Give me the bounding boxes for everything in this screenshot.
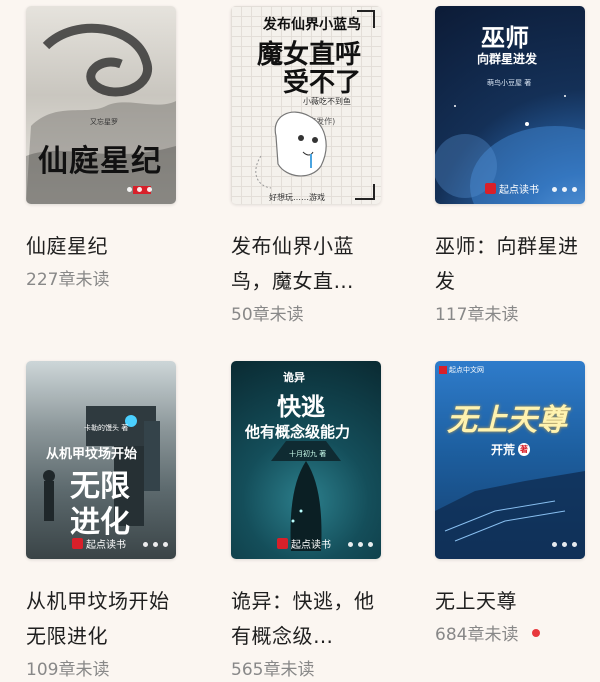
- unread-count: 227章未读: [26, 270, 110, 290]
- cover-corner-bottom: [355, 184, 375, 200]
- unread-count: 50章未读: [231, 305, 304, 325]
- cover-author: 开荒著: [491, 443, 531, 457]
- book-card[interactable]: 发布仙界小蓝鸟 魔女直呼 受不了 小薇吃不到鱼 (毒瘾发作) 好想玩……游戏 发…: [231, 6, 381, 326]
- book-title[interactable]: 巫师：向群星进发: [435, 229, 585, 299]
- book-card[interactable]: 诡异 快逃 他有概念级能力 十月初九 著 起点读书 诡异：快逃，他有概念级… 5…: [231, 361, 381, 681]
- update-dot-icon: [532, 628, 541, 637]
- book-card[interactable]: 又忘星罗 仙庭星纪 仙庭星纪 227章未读: [26, 6, 176, 296]
- book-title[interactable]: 诡异：快逃，他有概念级…: [231, 584, 381, 654]
- publisher-badge: 起点读书: [72, 536, 126, 551]
- unread-count: 565章未读: [231, 660, 315, 680]
- unread-count: 117章未读: [435, 305, 519, 325]
- cover-line-2: 他有概念级能力: [245, 423, 351, 441]
- qidian-logo-icon: [72, 538, 83, 549]
- more-icon[interactable]: [552, 187, 577, 192]
- cover-line-3: 进化: [70, 505, 130, 540]
- cover-author: 萌鸟小豆屋 著: [487, 79, 532, 87]
- book-cover[interactable]: 卡勒的馒头 著 从机甲坟场开始 无限 进化 起点读书: [26, 361, 176, 559]
- cover-tag: 诡异: [283, 371, 305, 384]
- cover-line-1: 快逃: [277, 393, 325, 421]
- book-cover[interactable]: 又忘星罗 仙庭星纪: [26, 6, 176, 204]
- cover-bottom-text: 好想玩……游戏: [269, 193, 325, 202]
- doodle-face-art: [255, 111, 327, 189]
- publisher-badge-top: 起点中文网: [439, 365, 484, 375]
- cover-author: 卡勒的馒头 著: [84, 424, 129, 432]
- qidian-logo-icon: [485, 183, 496, 194]
- book-card[interactable]: 卡勒的馒头 著 从机甲坟场开始 无限 进化 起点读书 从机甲坟场开始无限进化 1…: [26, 361, 176, 681]
- cover-author: 又忘星罗: [90, 118, 118, 126]
- book-title[interactable]: 仙庭星纪: [26, 229, 176, 264]
- book-cover[interactable]: 起点中文网 无上天尊 开荒著: [435, 361, 585, 559]
- qidian-logo-icon: [439, 366, 447, 374]
- cover-author: 十月初九 著: [289, 450, 327, 458]
- book-title[interactable]: 发布仙界小蓝鸟，魔女直…: [231, 229, 381, 299]
- more-icon[interactable]: [552, 542, 577, 547]
- unread-count: 109章未读: [26, 660, 110, 680]
- book-card[interactable]: 起点中文网 无上天尊 开荒著 无上天尊 684章未读: [435, 361, 585, 651]
- publisher-badge: 起点读书: [485, 181, 539, 196]
- book-title[interactable]: 从机甲坟场开始无限进化: [26, 584, 176, 654]
- book-title[interactable]: 无上天尊: [435, 584, 585, 619]
- unread-count: 684章未读: [435, 620, 541, 645]
- more-icon[interactable]: [348, 542, 373, 547]
- cover-subtitle: 向群星进发: [477, 52, 538, 66]
- book-card[interactable]: 巫师 向群星进发 萌鸟小豆屋 著 起点读书 巫师：向群星进发 117章未读: [435, 6, 585, 326]
- book-cover[interactable]: 发布仙界小蓝鸟 魔女直呼 受不了 小薇吃不到鱼 (毒瘾发作) 好想玩……游戏: [231, 6, 381, 204]
- temple-art: [435, 471, 585, 559]
- cover-line-1: 从机甲坟场开始: [46, 447, 138, 462]
- publisher-badge: 起点读书: [277, 536, 331, 551]
- qidian-logo-icon: [277, 538, 288, 549]
- cover-title: 仙庭星纪: [38, 144, 162, 179]
- more-icon[interactable]: [143, 542, 168, 547]
- cover-title: 巫师: [481, 24, 529, 52]
- more-icon[interactable]: [127, 187, 152, 192]
- book-cover[interactable]: 诡异 快逃 他有概念级能力 十月初九 著 起点读书: [231, 361, 381, 559]
- book-cover[interactable]: 巫师 向群星进发 萌鸟小豆屋 著 起点读书: [435, 6, 585, 204]
- cover-title: 无上天尊: [447, 403, 567, 438]
- bookshelf-grid: 又忘星罗 仙庭星纪 仙庭星纪 227章未读 发布仙界小蓝鸟 魔女直呼 受不了 小…: [0, 0, 600, 682]
